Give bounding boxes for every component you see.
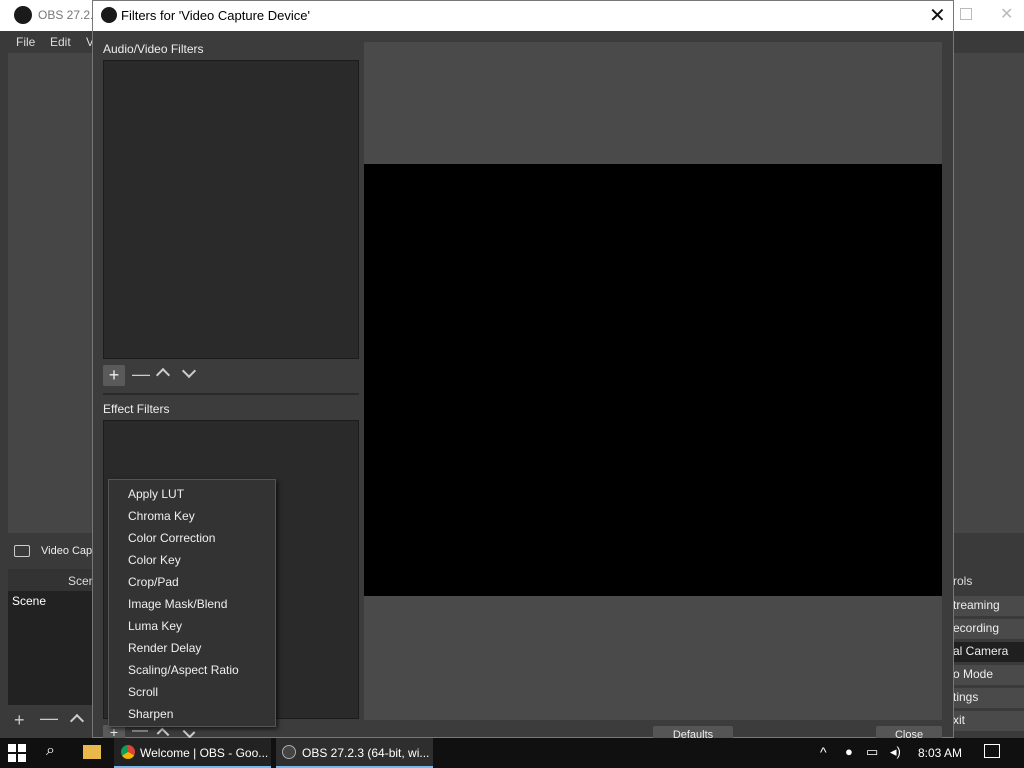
- start-streaming-button[interactable]: treaming: [953, 596, 1024, 616]
- menu-item-apply-lut[interactable]: Apply LUT: [128, 487, 184, 501]
- obs-icon: [282, 745, 296, 759]
- maximize-button[interactable]: [960, 8, 972, 20]
- source-label: Video Capt: [41, 545, 96, 557]
- add-av-filter-button[interactable]: +: [103, 365, 125, 386]
- av-filters-label: Audio/Video Filters: [103, 42, 204, 56]
- av-filters-list[interactable]: [103, 60, 359, 359]
- menu-item-sharpen[interactable]: Sharpen: [128, 707, 173, 721]
- menu-item-chroma-key[interactable]: Chroma Key: [128, 509, 195, 523]
- video-preview: [364, 164, 942, 596]
- menu-item-scroll[interactable]: Scroll: [128, 685, 158, 699]
- search-icon[interactable]: ⌕: [46, 742, 55, 760]
- studio-mode-button[interactable]: o Mode: [953, 665, 1024, 685]
- menu-item-render-delay[interactable]: Render Delay: [128, 641, 201, 655]
- obs-logo-icon: [14, 6, 32, 24]
- scene-list-item[interactable]: Scene: [12, 594, 46, 608]
- menu-edit[interactable]: Edit: [50, 35, 71, 49]
- start-recording-button[interactable]: ecording: [953, 619, 1024, 639]
- menu-item-image-mask-blend[interactable]: Image Mask/Blend: [128, 597, 227, 611]
- taskbar-clock[interactable]: 8:03 AM: [918, 746, 962, 760]
- menu-file[interactable]: File: [16, 35, 35, 49]
- chrome-icon: [121, 745, 135, 759]
- dialog-title: Filters for 'Video Capture Device': [121, 8, 310, 23]
- file-explorer-icon[interactable]: [83, 745, 101, 759]
- virtual-camera-button[interactable]: al Camera: [953, 642, 1024, 662]
- main-preview: [8, 53, 100, 533]
- add-scene-icon[interactable]: +: [14, 710, 25, 731]
- menu-item-scaling-aspect-ratio[interactable]: Scaling/Aspect Ratio: [128, 663, 239, 677]
- effect-filters-label: Effect Filters: [103, 402, 170, 416]
- remove-scene-icon[interactable]: —: [40, 708, 58, 729]
- main-close-button[interactable]: ✕: [1000, 4, 1013, 24]
- controls-header-label: rols: [953, 574, 973, 588]
- preview-letterbox-top: [364, 42, 942, 164]
- menu-item-color-key[interactable]: Color Key: [128, 553, 181, 567]
- main-preview-right: [953, 53, 1024, 533]
- tray-chevron-up-icon[interactable]: ^: [820, 744, 827, 760]
- exit-button[interactable]: xit: [953, 711, 1024, 731]
- network-icon[interactable]: ▭: [866, 744, 878, 760]
- microphone-icon[interactable]: ●: [845, 744, 853, 759]
- scenes-list: [8, 591, 92, 705]
- preview-letterbox-bottom: [364, 596, 942, 720]
- menu-item-luma-key[interactable]: Luma Key: [128, 619, 182, 633]
- taskbar-app-chrome-label: Welcome | OBS - Goo...: [140, 746, 269, 760]
- obs-logo-icon: [101, 7, 117, 23]
- menu-item-color-correction[interactable]: Color Correction: [128, 531, 215, 545]
- camera-icon: [14, 545, 30, 557]
- notification-icon[interactable]: [984, 744, 1000, 758]
- dialog-close-icon[interactable]: ✕: [929, 3, 946, 28]
- windows-start-icon[interactable]: [8, 744, 26, 762]
- volume-icon[interactable]: ◂): [890, 744, 901, 760]
- remove-av-filter-icon[interactable]: —: [132, 364, 150, 385]
- taskbar-app-obs-label: OBS 27.2.3 (64-bit, wi...: [302, 746, 430, 760]
- settings-button[interactable]: tings: [953, 688, 1024, 708]
- main-window-title: OBS 27.2.3: [38, 8, 101, 22]
- panel-separator[interactable]: [103, 393, 359, 395]
- menu-item-crop-pad[interactable]: Crop/Pad: [128, 575, 179, 589]
